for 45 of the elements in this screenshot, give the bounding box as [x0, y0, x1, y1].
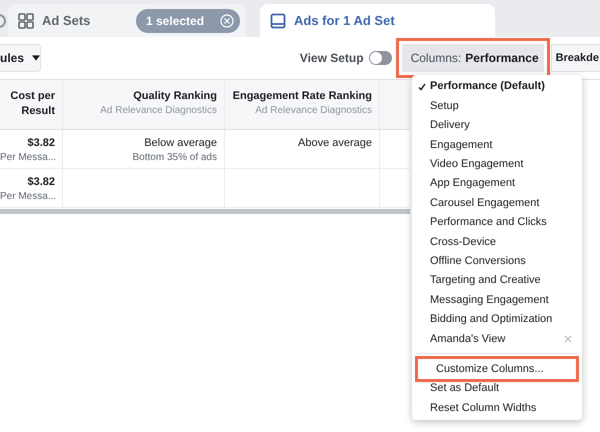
menu-item[interactable]: Offline Conversions: [412, 252, 582, 271]
menu-item[interactable]: Cross-Device: [412, 232, 582, 252]
table-cell-text: $3.82: [26, 175, 55, 190]
badge-label: 1 selected: [146, 12, 204, 30]
column-subtitle: Ad Relevance Diagnostics: [99, 104, 217, 117]
rules-button[interactable]: ules: [0, 44, 41, 72]
menu-item[interactable]: Amanda's View: [412, 329, 582, 348]
ad-icon: [270, 12, 286, 28]
column-header[interactable]: Cost per Result: [0, 89, 55, 119]
table-cell-text: $3.82: [26, 136, 55, 151]
table-cell-text: Above average: [297, 136, 372, 151]
view-setup-toggle[interactable]: [368, 51, 392, 65]
clear-icon[interactable]: [220, 14, 234, 28]
menu-item[interactable]: Messaging Engagement: [412, 290, 582, 310]
cell-note: Per Messa...: [0, 190, 55, 203]
cell-note: Bottom 35% of ads: [132, 151, 217, 164]
menu-item[interactable]: Targeting and Creative: [412, 270, 582, 290]
tab[interactable]: Ads for 1 Ad Set: [260, 4, 495, 37]
menu-item[interactable]: Set as Default: [412, 378, 582, 398]
menu-item[interactable]: Reset Column Widths: [412, 398, 582, 418]
cell-note: Per Messa...: [0, 151, 55, 164]
column-subtitle: Ad Relevance Diagnostics: [254, 104, 372, 117]
column-header[interactable]: Quality Ranking: [63, 89, 217, 104]
menu-item[interactable]: App Engagement: [412, 174, 582, 194]
column-header[interactable]: Engagement Rate Ranking: [225, 89, 372, 104]
breakdown-button[interactable]: Breakde: [550, 44, 600, 72]
tab-label: Ad Sets: [42, 12, 90, 30]
tab[interactable]: Ad Sets 1 selected: [8, 4, 246, 37]
table-cell-text: Below average: [143, 136, 217, 151]
menu-item[interactable]: Carousel Engagement: [412, 193, 582, 213]
view-setup-label: View Setup: [300, 50, 364, 67]
menu-item[interactable]: Performance (Default): [412, 77, 582, 96]
menu-item[interactable]: Customize Columns...: [418, 359, 576, 379]
close-icon[interactable]: [564, 334, 572, 343]
columns-button[interactable]: Columns: Performance: [402, 44, 544, 72]
menu-item[interactable]: Bidding and Optimization: [412, 310, 582, 330]
tab-label: Ads for 1 Ad Set: [294, 12, 395, 30]
menu-item[interactable]: Setup: [412, 96, 582, 116]
menu-item[interactable]: Engagement: [412, 135, 582, 155]
menu-item[interactable]: Video Engagement: [412, 154, 582, 174]
caret-icon: [32, 55, 40, 61]
scrollbar[interactable]: [0, 209, 410, 214]
grid-icon: [18, 12, 34, 28]
menu-item[interactable]: Performance and Clicks: [412, 212, 582, 232]
menu-item[interactable]: Delivery: [412, 116, 582, 136]
